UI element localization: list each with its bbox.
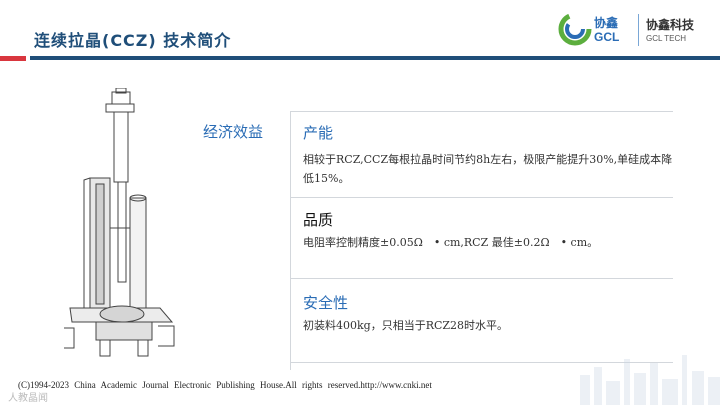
logo-brand-cn: 协鑫 bbox=[594, 16, 619, 30]
divider-1 bbox=[290, 197, 673, 198]
company-logo: 协鑫 GCL 协鑫科技 GCL TECH bbox=[558, 10, 714, 52]
item-safety-text: 初装料400kg，只相当于RCZ28时水平。 bbox=[303, 319, 509, 332]
divider-vertical bbox=[290, 112, 291, 370]
copyright-notice: (C)1994-2023 China Academic Journal Elec… bbox=[18, 380, 432, 390]
divider-2 bbox=[290, 278, 673, 279]
logo-brand-en: GCL bbox=[594, 30, 620, 44]
watermark-text: 人教晶闻 bbox=[8, 393, 48, 404]
gcl-logo-icon bbox=[558, 12, 592, 46]
section-label: 经济效益 bbox=[203, 123, 264, 141]
title-underline-blue bbox=[30, 56, 720, 60]
title-underline-red bbox=[0, 56, 26, 61]
city-skyline-watermark bbox=[580, 355, 720, 405]
logo-separator bbox=[638, 14, 639, 46]
ccz-furnace-illustration bbox=[64, 88, 175, 357]
page-title: 连续拉晶(CCZ) 技术简介 bbox=[34, 31, 232, 50]
item-safety-title: 安全性 bbox=[303, 294, 349, 312]
item-capacity-text: 相较于RCZ,CCZ每根拉晶时间节约8h左右，极限产能提升30%,单硅成本降低1… bbox=[303, 153, 673, 185]
item-quality-text: 电阻率控制精度±0.05Ω • cm,RCZ 最佳±0.2Ω • cm。 bbox=[303, 236, 599, 249]
logo-company-cn: 协鑫科技 bbox=[646, 18, 695, 32]
divider-top bbox=[290, 111, 673, 112]
item-quality-title: 品质 bbox=[303, 211, 334, 229]
logo-company-en: GCL TECH bbox=[646, 34, 687, 43]
item-capacity-title: 产能 bbox=[303, 124, 334, 142]
